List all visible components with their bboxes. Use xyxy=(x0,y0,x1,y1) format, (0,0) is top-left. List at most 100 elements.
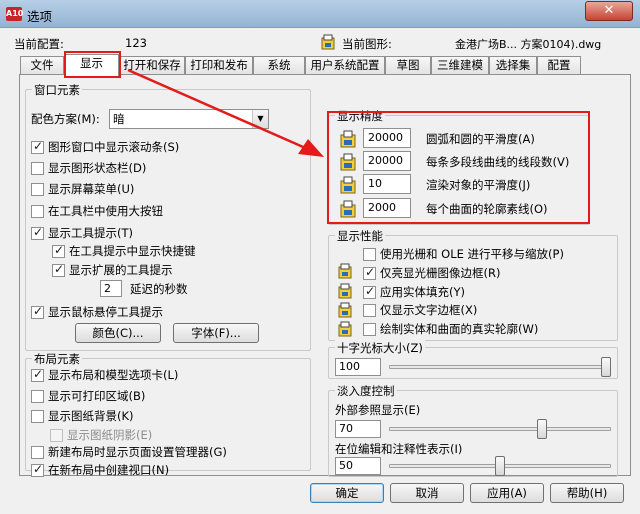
close-button[interactable]: ✕ xyxy=(585,1,633,21)
checkbox-raster-frame[interactable]: 仅亮显光栅图像边框(R) xyxy=(363,265,500,281)
checkbox-box[interactable] xyxy=(31,139,44,154)
checkbox-page-setup-manager[interactable]: 新建布局时显示页面设置管理器(G) xyxy=(31,444,227,460)
delay-seconds-input[interactable]: 2 xyxy=(100,280,122,297)
fonts-button[interactable]: 字体(F)... xyxy=(173,323,259,343)
tab-open-save[interactable]: 打开和保存 xyxy=(119,56,185,75)
checkbox-screen-menu[interactable]: 显示屏幕菜单(U) xyxy=(31,181,134,197)
checkbox-box[interactable] xyxy=(363,265,376,280)
color-scheme-select[interactable]: 暗 ▼ xyxy=(109,109,269,129)
checkbox-box[interactable] xyxy=(31,204,44,218)
tab-3d-modeling[interactable]: 三维建模 xyxy=(431,56,489,75)
checkbox-label: 使用光栅和 OLE 进行平移与缩放(P) xyxy=(380,247,564,261)
checkbox-box[interactable] xyxy=(363,322,376,336)
window-elements-group: 窗口元素 配色方案(M): 暗 ▼ 图形窗口中显示滚动条(S) 显示图形状态栏(… xyxy=(25,82,311,351)
apply-button[interactable]: 应用(A) xyxy=(470,483,544,503)
xref-slider-thumb[interactable] xyxy=(537,419,548,439)
checkbox-box[interactable] xyxy=(31,304,44,319)
group-title: 显示性能 xyxy=(335,228,385,244)
checkbox-box[interactable] xyxy=(363,247,376,261)
color-scheme-label: 配色方案(M): xyxy=(31,112,100,126)
checkbox-label: 在工具提示中显示快捷键 xyxy=(69,244,196,258)
checkbox-label: 仅亮显光栅图像边框(R) xyxy=(380,266,501,280)
checkbox-box[interactable] xyxy=(363,284,376,299)
checkbox-scrollbars[interactable]: 图形窗口中显示滚动条(S) xyxy=(31,139,179,155)
xref-slider-track[interactable] xyxy=(389,427,611,431)
checkbox-label: 仅显示文字边框(X) xyxy=(380,303,478,317)
checkbox-label: 在新布局中创建视口(N) xyxy=(48,463,170,477)
tab-drafting[interactable]: 草图 xyxy=(385,56,431,75)
current-profile-label: 当前配置: xyxy=(14,37,64,51)
checkbox-label: 在工具栏中使用大按钮 xyxy=(48,204,163,218)
autocad-logo-icon: A10 xyxy=(6,7,23,21)
layout-elements-group: 布局元素 显示布局和模型选项卡(L) 显示可打印区域(B) 显示图纸背景(K) … xyxy=(25,351,311,477)
checkbox-raster-ole-pan[interactable]: 使用光栅和 OLE 进行平移与缩放(P) xyxy=(363,246,564,262)
checkbox-paper-background[interactable]: 显示图纸背景(K) xyxy=(31,408,134,424)
checkbox-box[interactable] xyxy=(31,462,44,477)
checkbox-box[interactable] xyxy=(31,409,44,423)
checkbox-solid-fill[interactable]: 应用实体填充(Y) xyxy=(363,284,465,300)
tab-selection[interactable]: 选择集 xyxy=(489,56,537,75)
drawing-file-icon xyxy=(321,34,335,50)
checkbox-box[interactable] xyxy=(52,262,65,277)
cancel-button[interactable]: 取消 xyxy=(390,483,464,503)
group-title: 布局元素 xyxy=(32,351,82,367)
current-drawing-value: 金港广场B... 方案0104).dwg xyxy=(455,38,602,51)
crosshair-size-input[interactable]: 100 xyxy=(335,358,381,376)
tab-plot-publish[interactable]: 打印和发布 xyxy=(185,56,253,75)
chevron-down-icon[interactable]: ▼ xyxy=(252,110,268,128)
checkbox-printable-area[interactable]: 显示可打印区域(B) xyxy=(31,388,145,404)
crosshair-slider-track[interactable] xyxy=(389,365,611,369)
checkbox-label: 显示图纸背景(K) xyxy=(48,409,134,423)
tab-user-preferences[interactable]: 用户系统配置 xyxy=(305,56,385,75)
checkbox-label: 显示鼠标悬停工具提示 xyxy=(48,305,163,319)
inplace-edit-input[interactable]: 50 xyxy=(335,457,381,475)
checkbox-layout-model-tabs[interactable]: 显示布局和模型选项卡(L) xyxy=(31,367,178,383)
checkbox-shortcut-keys[interactable]: 在工具提示中显示快捷键 xyxy=(52,243,196,259)
checkbox-box[interactable] xyxy=(31,445,44,459)
checkbox-label: 显示扩展的工具提示 xyxy=(69,263,173,277)
checkbox-true-silhouettes[interactable]: 绘制实体和曲面的真实轮廓(W) xyxy=(363,321,538,337)
crosshair-slider-thumb[interactable] xyxy=(601,357,611,377)
checkbox-tooltips[interactable]: 显示工具提示(T) xyxy=(31,225,133,241)
window-title: 选项 xyxy=(27,9,53,24)
checkbox-large-buttons[interactable]: 在工具栏中使用大按钮 xyxy=(31,203,163,219)
checkbox-box[interactable] xyxy=(31,182,44,196)
color-scheme-value: 暗 xyxy=(113,112,125,126)
checkbox-box[interactable] xyxy=(31,161,44,175)
options-dialog: 当前配置: 123 当前图形: 金港广场B... 方案0104).dwg 文件 … xyxy=(0,28,640,514)
tab-system[interactable]: 系统 xyxy=(253,56,305,75)
display-resolution-annotation xyxy=(327,111,590,224)
checkbox-label: 显示布局和模型选项卡(L) xyxy=(48,368,179,382)
xref-display-label: 外部参照显示(E) xyxy=(335,403,421,417)
checkbox-drawing-status-bar[interactable]: 显示图形状态栏(D) xyxy=(31,160,146,176)
colors-button[interactable]: 颜色(C)... xyxy=(75,323,161,343)
checkbox-box[interactable] xyxy=(363,303,376,317)
current-profile-value: 123 xyxy=(125,36,147,50)
ok-button[interactable]: 确定 xyxy=(310,483,384,503)
fade-control-group: 淡入度控制 外部参照显示(E) 70 在位编辑和注释性表示(I) 50 xyxy=(328,383,618,477)
inplace-slider-thumb[interactable] xyxy=(495,456,505,476)
help-button[interactable]: 帮助(H) xyxy=(550,483,624,503)
tab-profiles[interactable]: 配置 xyxy=(537,56,581,75)
checkbox-label: 显示屏幕菜单(U) xyxy=(48,182,135,196)
drawing-file-icon xyxy=(338,302,352,318)
checkbox-box[interactable] xyxy=(31,389,44,403)
crosshair-size-group: 十字光标大小(Z) 100 xyxy=(328,340,618,379)
checkbox-box[interactable] xyxy=(31,225,44,240)
delay-seconds-label: 延迟的秒数 xyxy=(130,282,188,296)
inplace-edit-label: 在位编辑和注释性表示(I) xyxy=(335,442,463,456)
current-drawing-label: 当前图形: xyxy=(342,37,392,51)
checkbox-box[interactable] xyxy=(50,428,63,442)
checkbox-extended-tooltips[interactable]: 显示扩展的工具提示 xyxy=(52,262,173,278)
drawing-file-icon xyxy=(338,321,352,337)
tab-files[interactable]: 文件 xyxy=(20,56,64,75)
xref-display-input[interactable]: 70 xyxy=(335,420,381,438)
checkbox-label: 图形窗口中显示滚动条(S) xyxy=(48,140,180,154)
checkbox-box[interactable] xyxy=(31,367,44,382)
drawing-file-icon xyxy=(338,283,352,299)
checkbox-box[interactable] xyxy=(52,243,65,258)
checkbox-text-frame[interactable]: 仅显示文字边框(X) xyxy=(363,302,477,318)
checkbox-create-viewport[interactable]: 在新布局中创建视口(N) xyxy=(31,462,169,478)
checkbox-paper-shadow[interactable]: 显示图纸阴影(E) xyxy=(50,427,152,443)
checkbox-rollover-tooltips[interactable]: 显示鼠标悬停工具提示 xyxy=(31,304,163,320)
